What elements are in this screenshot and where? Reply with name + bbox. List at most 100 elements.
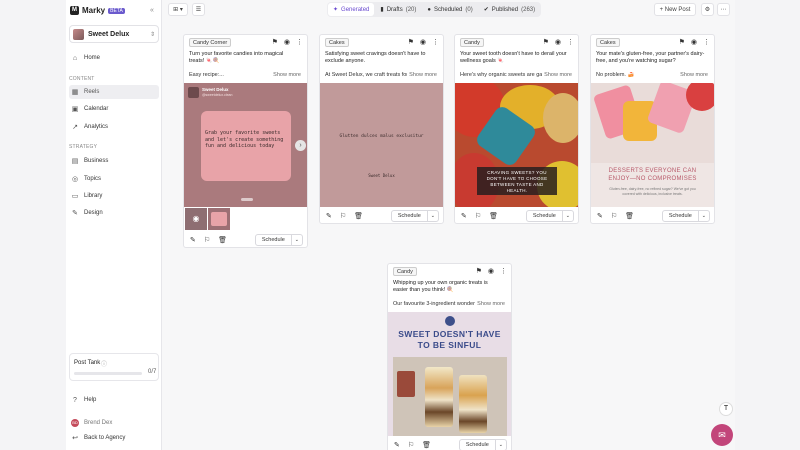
edit-icon[interactable]: ✎ bbox=[597, 212, 603, 220]
flag-icon[interactable]: ⚑ bbox=[408, 38, 414, 46]
flag-icon[interactable]: ⚑ bbox=[679, 38, 685, 46]
view-toggle-button[interactable]: ⊞ ▾ bbox=[168, 3, 188, 16]
filter-button[interactable]: ☰ bbox=[192, 3, 205, 16]
post-card[interactable]: Candy Corner ⚑ ◉ ⋮ Turn your favorite ca… bbox=[183, 34, 308, 248]
sidebar-item-analytics[interactable]: ↗ Analytics bbox=[69, 120, 159, 134]
post-media[interactable]: DESSERTS EVERYONE CAN ENJOY—NO COMPROMIS… bbox=[591, 83, 714, 207]
sidebar-item-reels[interactable]: ▦ Reels bbox=[69, 85, 159, 99]
trash-icon[interactable]: 🗑 bbox=[489, 212, 498, 220]
chevron-down-icon[interactable]: ⌄ bbox=[697, 211, 709, 221]
show-more-link[interactable]: Show more bbox=[680, 72, 708, 78]
back-to-agency-link[interactable]: ↩ Back to Agency bbox=[69, 431, 159, 445]
sidebar: M Marky BETA « Sweet Delux ⇕ ⌂ Home CONT… bbox=[66, 0, 162, 450]
trash-icon[interactable]: 🗑 bbox=[422, 441, 431, 449]
schedule-button[interactable]: Schedule ⌄ bbox=[661, 210, 710, 222]
tab-count: (0) bbox=[465, 6, 473, 13]
card-header: Cakes ⚑ ◉ ⋮ Your mate's gluten-free, you… bbox=[591, 35, 714, 83]
post-card[interactable]: Candy ⚑ ◉ ⋮ Your sweet tooth doesn't hav… bbox=[454, 34, 579, 224]
card-footer: ✎ ⚐ 🗑 Schedule ⌄ bbox=[320, 207, 443, 223]
post-tank-widget[interactable]: Post Tank ⓘ 0/7 bbox=[69, 353, 159, 381]
bookmark-icon[interactable]: ⚐ bbox=[340, 212, 346, 220]
info-icon[interactable]: ⓘ bbox=[101, 359, 107, 368]
chevron-down-icon[interactable]: ⌄ bbox=[494, 440, 506, 450]
eye-icon[interactable]: ◉ bbox=[420, 38, 426, 46]
sidebar-item-calendar[interactable]: ▣ Calendar bbox=[69, 102, 159, 116]
thumbnail-1[interactable]: ◉ bbox=[185, 208, 207, 230]
post-media[interactable]: SWEET DOESN'T HAVE TO BE SINFUL bbox=[388, 312, 511, 436]
post-media-carousel[interactable]: Sweet Delux @sweetdelux.clean Grab your … bbox=[184, 83, 307, 207]
edit-icon[interactable]: ✎ bbox=[326, 212, 332, 220]
more-vertical-icon[interactable]: ⋮ bbox=[703, 38, 710, 46]
topic-tag[interactable]: Candy Corner bbox=[189, 38, 232, 47]
carousel-next-icon[interactable]: › bbox=[295, 140, 306, 151]
back-label: Back to Agency bbox=[84, 435, 126, 441]
bookmark-icon[interactable]: ⚐ bbox=[611, 212, 617, 220]
topic-tag[interactable]: Cakes bbox=[325, 38, 349, 47]
flag-icon[interactable]: ⚑ bbox=[272, 38, 278, 46]
workspace-selector[interactable]: Sweet Delux ⇕ bbox=[69, 25, 159, 43]
sidebar-item-topics[interactable]: ◎ Topics bbox=[69, 172, 159, 186]
topic-tag[interactable]: Candy bbox=[460, 38, 484, 47]
tab-scheduled[interactable]: ● Scheduled (0) bbox=[422, 3, 477, 16]
tab-generated[interactable]: ✦ Generated bbox=[328, 3, 375, 16]
chat-button[interactable]: ✉ bbox=[711, 424, 733, 446]
more-vertical-icon[interactable]: ⋮ bbox=[500, 267, 507, 275]
flag-icon[interactable]: ⚑ bbox=[476, 267, 482, 275]
flag-icon[interactable]: ⚑ bbox=[543, 38, 549, 46]
bookmark-icon[interactable]: ⚐ bbox=[408, 441, 414, 449]
sidebar-item-library[interactable]: ▭ Library bbox=[69, 189, 159, 203]
schedule-button[interactable]: Schedule ⌄ bbox=[254, 234, 303, 246]
trash-icon[interactable]: 🗑 bbox=[354, 212, 363, 220]
trash-icon[interactable]: 🗑 bbox=[625, 212, 634, 220]
calendar-icon: ▣ bbox=[71, 106, 79, 113]
chevron-down-icon[interactable]: ⌄ bbox=[290, 235, 302, 245]
edit-icon[interactable]: ✎ bbox=[190, 236, 196, 244]
post-media[interactable]: Glutten dulces malus exclusitur Sweet De… bbox=[320, 83, 443, 207]
collapse-sidebar-icon[interactable]: « bbox=[150, 7, 154, 14]
eye-icon[interactable]: ◉ bbox=[488, 267, 494, 275]
more-vertical-icon[interactable]: ⋮ bbox=[432, 38, 439, 46]
chevron-down-icon[interactable]: ⌄ bbox=[561, 211, 573, 221]
tab-published[interactable]: ✔ Published (263) bbox=[479, 3, 540, 16]
app-logo[interactable]: M Marky BETA bbox=[70, 6, 125, 15]
sidebar-item-design[interactable]: ✎ Design bbox=[69, 206, 159, 220]
section-label-strategy: STRATEGY bbox=[69, 144, 98, 150]
more-vertical-icon[interactable]: ⋮ bbox=[567, 38, 574, 46]
show-more-link[interactable]: Show more bbox=[477, 301, 505, 307]
post-card[interactable]: Cakes ⚑ ◉ ⋮ Your mate's gluten-free, you… bbox=[590, 34, 715, 224]
schedule-button[interactable]: Schedule ⌄ bbox=[525, 210, 574, 222]
eye-icon[interactable]: ◉ bbox=[691, 38, 697, 46]
show-more-link[interactable]: Show more bbox=[273, 72, 301, 78]
bookmark-icon[interactable]: ⚐ bbox=[204, 236, 210, 244]
show-more-link[interactable]: Show more bbox=[544, 72, 572, 78]
more-vertical-icon[interactable]: ⋮ bbox=[296, 38, 303, 46]
topic-tag[interactable]: Cakes bbox=[596, 38, 620, 47]
user-profile[interactable]: BD Brend Dex bbox=[69, 416, 159, 430]
settings-button[interactable]: ⚙ bbox=[701, 3, 714, 16]
post-card[interactable]: Cakes ⚑ ◉ ⋮ Satisfying sweet cravings do… bbox=[319, 34, 444, 224]
chevron-down-icon[interactable]: ⌄ bbox=[426, 211, 438, 221]
schedule-button[interactable]: Schedule ⌄ bbox=[458, 439, 507, 450]
trash-icon[interactable]: 🗑 bbox=[218, 236, 227, 244]
sidebar-item-business[interactable]: ▤ Business bbox=[69, 154, 159, 168]
caption-text: Whipping up your own organic treats is e… bbox=[393, 280, 488, 293]
show-more-link[interactable]: Show more bbox=[409, 72, 437, 78]
edit-icon[interactable]: ✎ bbox=[394, 441, 400, 449]
help-link[interactable]: ? Help bbox=[69, 393, 159, 407]
sidebar-item-home[interactable]: ⌂ Home bbox=[69, 51, 159, 65]
post-card[interactable]: Candy ⚑ ◉ ⋮ Whipping up your own organic… bbox=[387, 263, 512, 450]
edit-icon[interactable]: ✎ bbox=[461, 212, 467, 220]
eye-icon[interactable]: ◉ bbox=[284, 38, 290, 46]
eye-icon[interactable]: ◉ bbox=[555, 38, 561, 46]
text-tool-button[interactable]: T bbox=[719, 402, 733, 416]
new-post-button[interactable]: + New Post bbox=[654, 3, 696, 16]
schedule-button[interactable]: Schedule ⌄ bbox=[390, 210, 439, 222]
topic-tag[interactable]: Candy bbox=[393, 267, 417, 276]
thumbnail-2[interactable] bbox=[208, 208, 230, 230]
chevron-updown-icon: ⇕ bbox=[149, 31, 155, 38]
more-button[interactable]: ⋯ bbox=[717, 3, 730, 16]
post-media[interactable]: CRAVING SWEETS? YOU DON'T HAVE TO CHOOSE… bbox=[455, 83, 578, 207]
sidebar-item-label: Analytics bbox=[84, 124, 109, 130]
tab-drafts[interactable]: ▮ Drafts (20) bbox=[375, 3, 421, 16]
bookmark-icon[interactable]: ⚐ bbox=[475, 212, 481, 220]
